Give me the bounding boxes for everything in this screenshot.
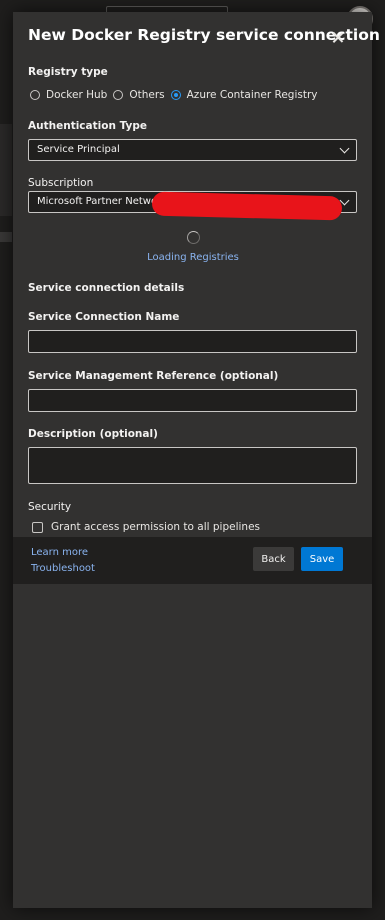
background-panel-item <box>0 232 12 242</box>
registry-type-label: Registry type <box>28 66 108 78</box>
radio-azure-container-registry[interactable]: Azure Container Registry <box>170 89 318 101</box>
subscription-value: Microsoft Partner Networ <box>37 196 162 207</box>
dialog-footer: Learn more Troubleshoot Back Save <box>13 537 372 584</box>
radio-docker-hub[interactable]: Docker Hub <box>30 89 107 101</box>
auth-type-dropdown[interactable]: Service Principal <box>28 139 357 161</box>
security-label: Security <box>28 501 72 513</box>
auth-type-value: Service Principal <box>37 144 120 155</box>
connection-name-input[interactable] <box>28 330 357 353</box>
registry-type-radio-group: Docker Hub Others Azure Container Regist… <box>30 88 324 102</box>
subscription-label: Subscription <box>28 177 94 189</box>
radio-label: Azure Container Registry <box>186 89 318 101</box>
auth-type-label: Authentication Type <box>28 120 147 132</box>
checkbox-icon[interactable] <box>32 521 43 533</box>
learn-more-link[interactable]: Learn more <box>31 547 88 558</box>
grant-access-checkbox-row[interactable]: Grant access permission to all pipelines <box>32 521 260 533</box>
radio-others[interactable]: Others <box>113 89 165 101</box>
save-button[interactable]: Save <box>301 547 343 571</box>
redaction-mark <box>151 191 343 221</box>
description-label: Description (optional) <box>28 428 158 440</box>
description-textarea[interactable] <box>28 447 357 484</box>
loading-registries-text: Loading Registries <box>147 252 239 263</box>
close-icon[interactable] <box>331 31 345 45</box>
service-connection-dialog: New Docker Registry service connection R… <box>13 12 380 908</box>
mgmt-ref-input[interactable] <box>28 389 357 412</box>
radio-label: Others <box>129 89 165 101</box>
radio-selected-icon <box>170 90 181 100</box>
mgmt-ref-label: Service Management Reference (optional) <box>28 370 279 382</box>
background-panel <box>0 124 12 216</box>
details-heading: Service connection details <box>28 282 185 294</box>
chevron-down-icon <box>339 143 350 154</box>
back-button[interactable]: Back <box>253 547 294 571</box>
radio-circle-icon <box>113 90 124 100</box>
radio-label: Docker Hub <box>46 89 108 101</box>
grant-access-label: Grant access permission to all pipelines <box>51 521 261 533</box>
loading-spinner-icon <box>187 231 200 244</box>
dialog-title: New Docker Registry service connection <box>28 26 380 44</box>
connection-name-label: Service Connection Name <box>28 311 180 323</box>
troubleshoot-link[interactable]: Troubleshoot <box>31 563 95 574</box>
radio-circle-icon <box>30 90 40 100</box>
